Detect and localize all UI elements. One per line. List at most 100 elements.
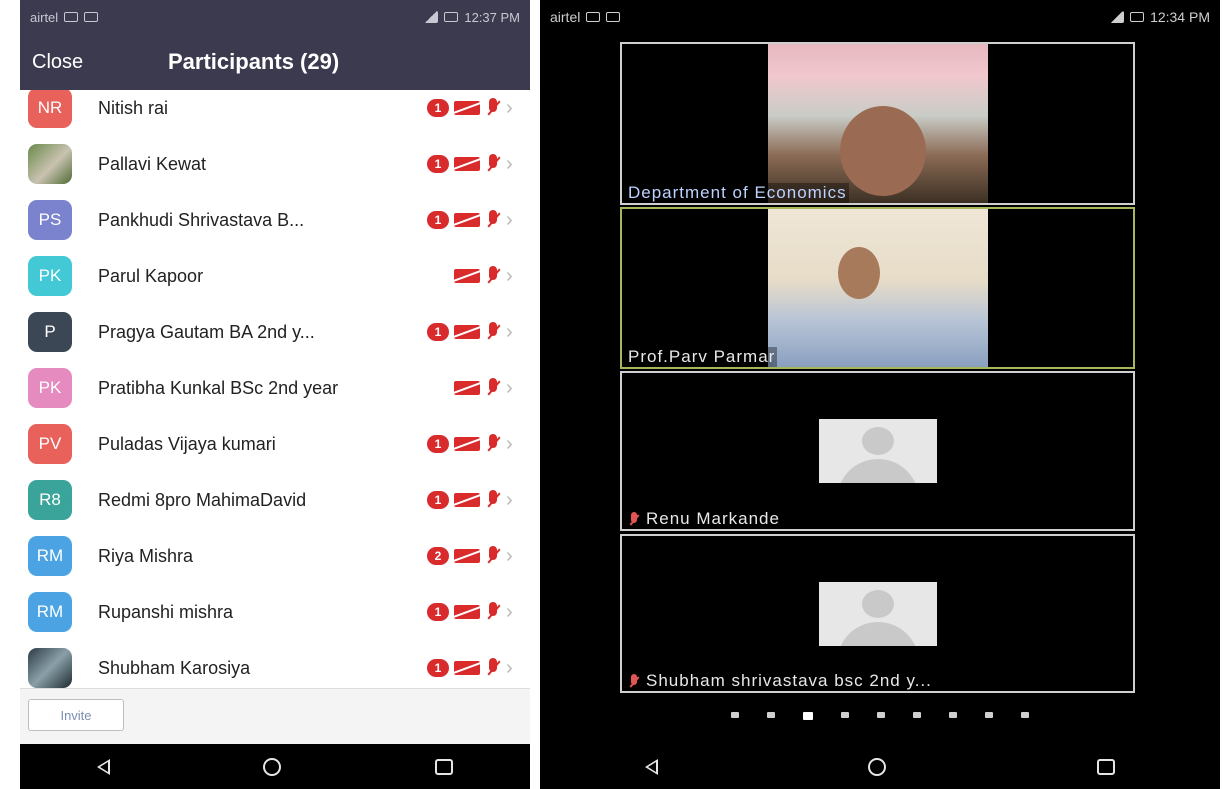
video-off-icon[interactable] bbox=[454, 101, 480, 115]
avatar: RM bbox=[28, 592, 72, 632]
status-bar: airtel 12:34 PM bbox=[540, 0, 1220, 34]
unread-badge: 1 bbox=[427, 603, 449, 621]
page-dot[interactable] bbox=[731, 712, 739, 718]
participant-name: Nitish rai bbox=[98, 97, 169, 118]
page-dot[interactable] bbox=[767, 712, 775, 718]
home-icon[interactable] bbox=[263, 757, 282, 776]
video-tile[interactable]: Shubham shrivastava bsc 2nd y... bbox=[620, 534, 1135, 693]
video-off-icon[interactable] bbox=[454, 493, 480, 507]
video-off-icon[interactable] bbox=[454, 157, 480, 171]
mic-muted-icon bbox=[628, 673, 640, 690]
participant-row[interactable]: PK Pratibha Kunkal BSc 2nd year › bbox=[20, 360, 530, 416]
unread-badge: 1 bbox=[427, 491, 449, 509]
mic-muted-icon[interactable] bbox=[485, 209, 501, 231]
page-dot-active[interactable] bbox=[803, 712, 813, 720]
chevron-right-icon: › bbox=[506, 376, 513, 399]
recent-apps-icon[interactable] bbox=[435, 758, 454, 775]
participant-name: Pratibha Kunkal BSc 2nd year bbox=[98, 377, 339, 398]
video-off-icon[interactable] bbox=[454, 437, 480, 451]
back-icon[interactable] bbox=[96, 758, 110, 775]
page-dot[interactable] bbox=[913, 712, 921, 718]
page-dot[interactable] bbox=[949, 712, 957, 718]
video-off-icon[interactable] bbox=[454, 605, 480, 619]
participant-name: Puladas Vijaya kumari bbox=[98, 433, 276, 454]
chevron-right-icon: › bbox=[506, 432, 513, 455]
mic-muted-icon[interactable] bbox=[485, 601, 501, 623]
chevron-right-icon: › bbox=[506, 264, 513, 287]
tile-name-label: Prof.Parv Parmar bbox=[626, 347, 778, 367]
participant-row[interactable]: PS Pankhudi Shrivastava B... 1 › bbox=[20, 192, 530, 248]
avatar: RM bbox=[28, 536, 72, 576]
participant-row[interactable]: NR Nitish rai 1 › bbox=[20, 90, 530, 136]
participant-row[interactable]: Pallavi Kewat 1 › bbox=[20, 136, 530, 192]
avatar: NR bbox=[28, 90, 72, 128]
participant-name: Rupanshi mishra bbox=[98, 601, 234, 622]
participant-name: Shubham Karosiya bbox=[98, 657, 251, 678]
android-nav-bar bbox=[20, 744, 530, 789]
page-title: Participants (29) bbox=[168, 49, 340, 74]
back-icon[interactable] bbox=[645, 758, 659, 775]
participant-row[interactable]: PK Parul Kapoor › bbox=[20, 248, 530, 304]
avatar-placeholder-icon bbox=[819, 419, 937, 483]
mic-muted-icon[interactable] bbox=[485, 489, 501, 511]
video-off-icon[interactable] bbox=[454, 661, 480, 675]
unread-badge: 1 bbox=[427, 435, 449, 453]
participants-footer: Invite bbox=[20, 688, 530, 744]
chevron-right-icon: › bbox=[506, 488, 513, 511]
recent-apps-icon[interactable] bbox=[1096, 758, 1115, 775]
video-tile[interactable]: Renu Markande bbox=[620, 371, 1135, 531]
mic-muted-icon[interactable] bbox=[485, 97, 501, 119]
participant-row[interactable]: P Pragya Gautam BA 2nd y... 1 › bbox=[20, 304, 530, 360]
unread-badge: 2 bbox=[427, 547, 449, 565]
participant-row[interactable]: PV Puladas Vijaya kumari 1 › bbox=[20, 416, 530, 472]
invite-button[interactable]: Invite bbox=[28, 699, 124, 731]
chevron-right-icon: › bbox=[506, 544, 513, 567]
participant-row[interactable]: Shubham Karosiya 1 › bbox=[20, 640, 530, 688]
unread-badge: 1 bbox=[427, 211, 449, 229]
video-off-icon[interactable] bbox=[454, 325, 480, 339]
status-time: 12:34 PM bbox=[1150, 9, 1210, 25]
video-tile[interactable]: Department of Economics bbox=[620, 42, 1135, 205]
mic-muted-icon[interactable] bbox=[485, 265, 501, 287]
participant-name: Parul Kapoor bbox=[98, 265, 204, 286]
participant-row[interactable]: R8 Redmi 8pro MahimaDavid 1 › bbox=[20, 472, 530, 528]
chevron-right-icon: › bbox=[506, 152, 513, 175]
page-dot[interactable] bbox=[877, 712, 885, 718]
unread-badge: 1 bbox=[427, 155, 449, 173]
participant-video bbox=[768, 209, 988, 367]
page-indicator[interactable] bbox=[540, 712, 1220, 720]
video-off-icon[interactable] bbox=[454, 381, 480, 395]
page-dot[interactable] bbox=[985, 712, 993, 718]
participant-row[interactable]: RM Riya Mishra 2 › bbox=[20, 528, 530, 584]
battery-icon bbox=[444, 12, 459, 22]
avatar: R8 bbox=[28, 480, 72, 520]
tile-name-label: Renu Markande bbox=[646, 509, 780, 528]
mic-muted-icon bbox=[628, 511, 640, 528]
video-off-icon[interactable] bbox=[454, 269, 480, 283]
close-button[interactable]: Close bbox=[32, 51, 83, 74]
participant-row[interactable]: RM Rupanshi mishra 1 › bbox=[20, 584, 530, 640]
mic-muted-icon[interactable] bbox=[485, 545, 501, 567]
mic-muted-icon[interactable] bbox=[485, 153, 501, 175]
video-off-icon[interactable] bbox=[454, 213, 480, 227]
mic-muted-icon[interactable] bbox=[485, 377, 501, 399]
avatar bbox=[28, 648, 72, 688]
participants-list[interactable]: NR Nitish rai 1 › Pallavi Kewat 1 › PS P… bbox=[20, 90, 530, 688]
page-dot[interactable] bbox=[841, 712, 849, 718]
unread-badge: 1 bbox=[427, 323, 449, 341]
participants-screen: airtel 12:37 PM Close Participants (29) … bbox=[20, 0, 530, 789]
volte-icon bbox=[586, 12, 601, 22]
video-off-icon[interactable] bbox=[454, 549, 480, 563]
mic-muted-icon[interactable] bbox=[485, 433, 501, 455]
home-icon[interactable] bbox=[868, 757, 887, 776]
page-dot[interactable] bbox=[1021, 712, 1029, 718]
avatar-placeholder-icon bbox=[819, 582, 937, 646]
chevron-right-icon: › bbox=[506, 600, 513, 623]
participant-name: Pallavi Kewat bbox=[98, 153, 207, 174]
avatar: P bbox=[28, 312, 72, 352]
mic-muted-icon[interactable] bbox=[485, 321, 501, 343]
video-tile-active[interactable]: Prof.Parv Parmar bbox=[620, 207, 1135, 369]
chevron-right-icon: › bbox=[506, 96, 513, 119]
mic-muted-icon[interactable] bbox=[485, 657, 501, 679]
call-icon bbox=[606, 12, 621, 22]
